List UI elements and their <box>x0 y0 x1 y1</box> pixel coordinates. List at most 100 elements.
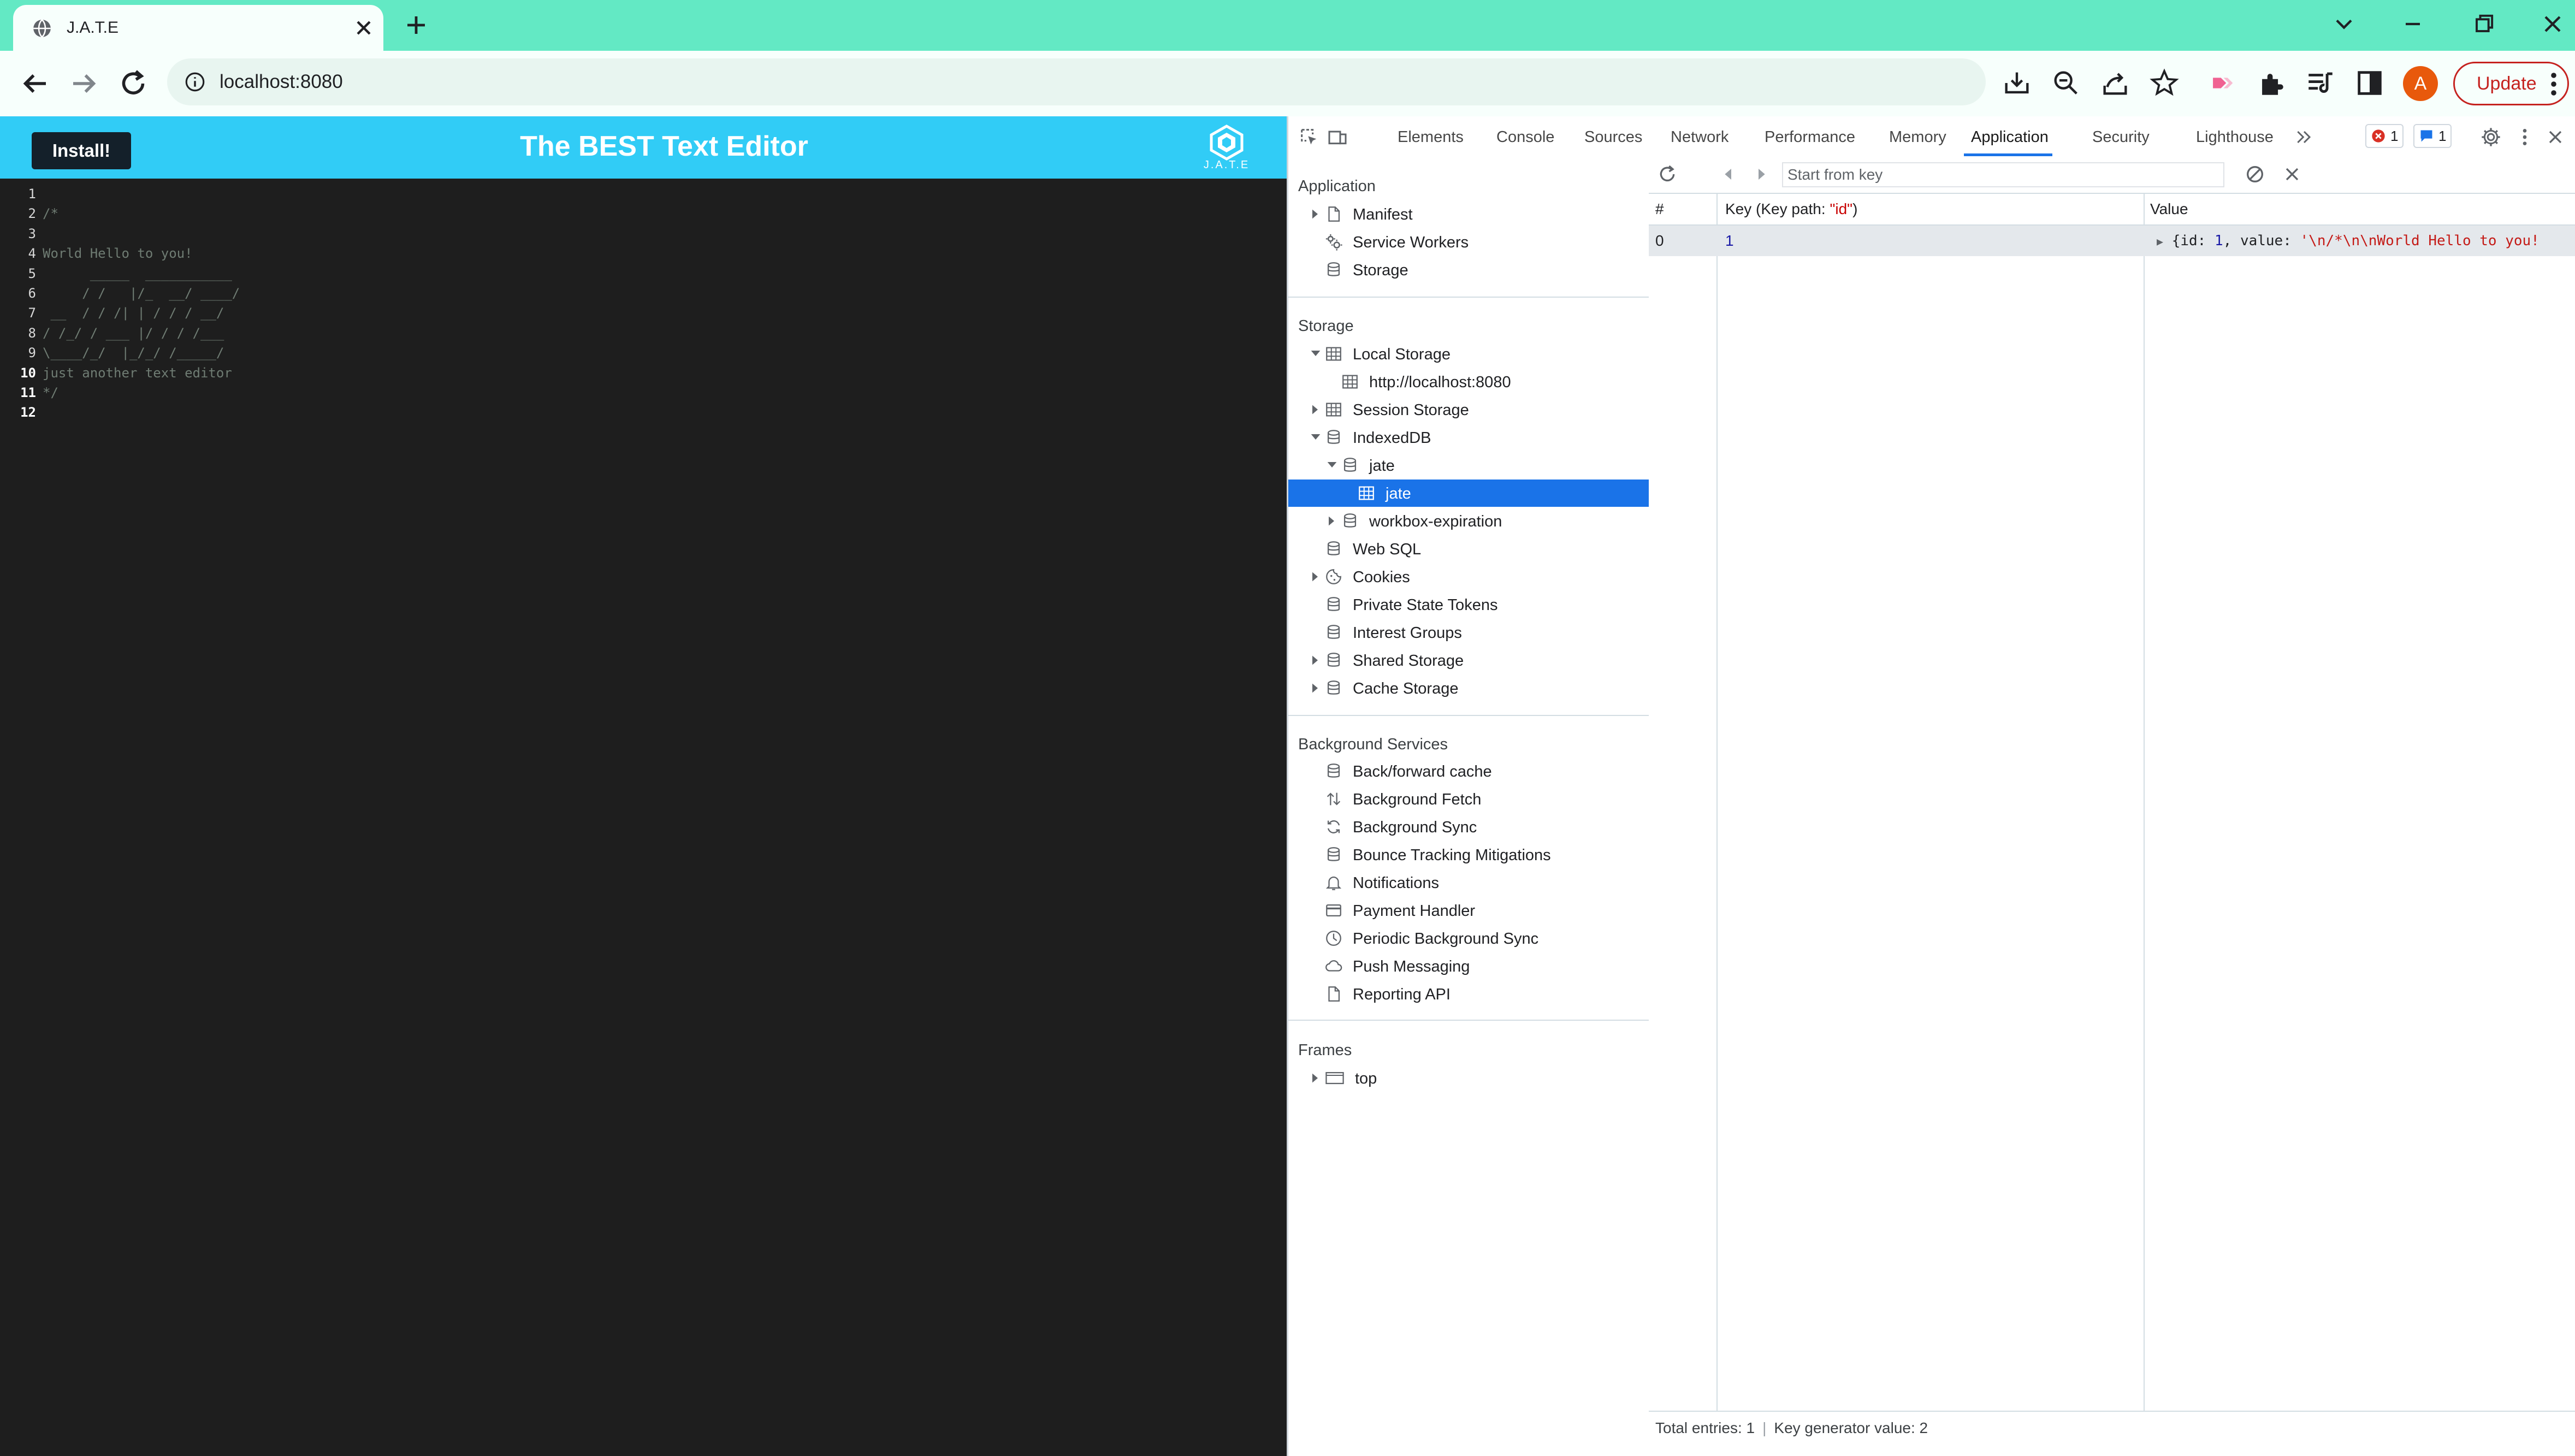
sidebar-item-background-fetch[interactable]: Background Fetch <box>1288 785 1649 813</box>
address-bar[interactable]: localhost:8080 <box>167 58 1986 105</box>
bookmark-star-icon[interactable] <box>2148 67 2180 99</box>
sidebar-item-periodic-background-sync[interactable]: Periodic Background Sync <box>1288 925 1649 952</box>
share-icon[interactable] <box>2099 67 2131 99</box>
divider <box>1288 297 1649 298</box>
sidebar-item-label: Push Messaging <box>1353 958 1470 975</box>
sidebar-item-label: Cookies <box>1353 569 1410 586</box>
sidebar-item-cache-storage[interactable]: Cache Storage <box>1288 674 1649 702</box>
line-number: 3 <box>28 226 36 241</box>
expand-arrow-icon[interactable] <box>1310 655 1320 666</box>
device-toolbar-icon[interactable] <box>1327 126 1348 148</box>
info-icon[interactable] <box>183 70 206 93</box>
expand-arrow-icon[interactable] <box>1310 571 1320 582</box>
sidebar-item-payment-handler[interactable]: Payment Handler <box>1288 897 1649 924</box>
tab-sources[interactable]: Sources <box>1584 126 1642 148</box>
key-generator-value: Key generator value: 2 <box>1774 1419 1928 1436</box>
line-text: \____/_/ |_/_/ /_____/ <box>43 345 224 361</box>
devtools-menu-icon[interactable] <box>2514 126 2536 148</box>
sidebar-item-workbox-expiration[interactable]: workbox-expiration <box>1288 507 1649 535</box>
previous-page-icon[interactable] <box>1718 163 1739 185</box>
expand-arrow-icon[interactable] <box>1310 404 1320 415</box>
row-value[interactable]: ▶ {id: 1, value: '\n/*\n\nWorld Hello to… <box>2157 226 2540 257</box>
tab-lighthouse[interactable]: Lighthouse <box>2196 126 2274 148</box>
expand-arrow-icon[interactable] <box>1327 516 1336 526</box>
code-editor[interactable]: 1 2 /* 3 4 World Hello to you! 5 _____ ___… <box>0 184 1287 423</box>
inspect-element-icon[interactable] <box>1298 126 1320 148</box>
zoom-icon[interactable] <box>2050 67 2082 99</box>
sidebar-item-session-storage[interactable]: Session Storage <box>1288 396 1649 423</box>
sidebar-item-storage[interactable]: Storage <box>1288 256 1649 283</box>
install-app-icon[interactable] <box>2001 67 2033 99</box>
sidebar-item-notifications[interactable]: Notifications <box>1288 869 1649 896</box>
tab-performance[interactable]: Performance <box>1765 126 1855 148</box>
sidebar-item-local-storage[interactable]: Local Storage <box>1288 340 1649 368</box>
tab-console[interactable]: Console <box>1496 126 1554 148</box>
sidebar-item-local-storage-origin[interactable]: http://localhost:8080 <box>1288 368 1649 395</box>
column-divider <box>1716 194 1718 1414</box>
expand-arrow-icon[interactable] <box>1310 683 1320 694</box>
file-icon <box>1324 205 1343 223</box>
message-count-badge[interactable]: 1 <box>2413 124 2452 148</box>
sidebar-item-jate-db[interactable]: jate <box>1288 452 1649 479</box>
close-devtools-icon[interactable] <box>2544 126 2566 148</box>
sidebar-item-push-messaging[interactable]: Push Messaging <box>1288 952 1649 980</box>
expand-arrow-icon[interactable] <box>1310 209 1320 220</box>
expand-value-arrow-icon[interactable]: ▶ <box>2157 235 2163 248</box>
tab-security[interactable]: Security <box>2092 126 2150 148</box>
sidebar-item-indexeddb[interactable]: IndexedDB <box>1288 424 1649 451</box>
kebab-menu-icon[interactable] <box>2550 72 2558 96</box>
back-arrow-icon[interactable] <box>19 67 51 100</box>
error-count-badge[interactable]: 1 <box>2365 124 2404 148</box>
url-text[interactable]: localhost:8080 <box>220 69 343 94</box>
refresh-icon[interactable] <box>1656 163 1678 185</box>
tab-application[interactable]: Application <box>1971 126 2049 148</box>
profile-avatar[interactable]: A <box>2403 66 2438 101</box>
editor-line: 4 World Hello to you! <box>0 244 1287 263</box>
collapse-arrow-icon[interactable] <box>1310 432 1321 443</box>
update-button[interactable]: Update <box>2453 62 2569 105</box>
sidebar-item-frame-top[interactable]: top <box>1288 1064 1649 1092</box>
sidebar-item-interest-groups[interactable]: Interest Groups <box>1288 619 1649 646</box>
browser-tab[interactable]: J.A.T.E <box>13 5 383 51</box>
table-row[interactable]: 0 1 ▶ {id: 1, value: '\n/*\n\nWorld Hell… <box>1649 226 2575 256</box>
restore-icon[interactable] <box>2470 10 2498 38</box>
sidebar-item-private-state-tokens[interactable]: Private State Tokens <box>1288 591 1649 618</box>
sidebar-item-jate-store[interactable]: jate <box>1288 480 1649 507</box>
more-tabs-chevron-icon[interactable] <box>2293 126 2315 148</box>
next-page-icon[interactable] <box>1750 163 1772 185</box>
tab-memory[interactable]: Memory <box>1889 126 1946 148</box>
reload-icon[interactable] <box>117 67 150 100</box>
delete-selected-icon[interactable] <box>2281 163 2303 185</box>
collapse-arrow-icon[interactable] <box>1327 460 1337 471</box>
tab-elements[interactable]: Elements <box>1398 126 1464 148</box>
close-window-icon[interactable] <box>2538 10 2567 38</box>
column-header-index: # <box>1655 200 1664 217</box>
idb-footer: Total entries: 1 | Key generator value: 2 <box>1649 1411 2575 1445</box>
sidebar-item-reporting-api[interactable]: Reporting API <box>1288 980 1649 1008</box>
forward-arrow-icon[interactable] <box>68 67 100 100</box>
clear-object-store-icon[interactable] <box>2244 163 2266 185</box>
chevron-down-icon[interactable] <box>2330 10 2358 38</box>
sidebar-item-shared-storage[interactable]: Shared Storage <box>1288 647 1649 674</box>
collapse-arrow-icon[interactable] <box>1310 348 1321 359</box>
sidebar-item-background-sync[interactable]: Background Sync <box>1288 813 1649 841</box>
sidebar-item-manifest[interactable]: Manifest <box>1288 200 1649 228</box>
sidebar-item-bounce-tracking[interactable]: Bounce Tracking Mitigations <box>1288 841 1649 868</box>
sidebar-item-web-sql[interactable]: Web SQL <box>1288 535 1649 563</box>
database-icon <box>1324 762 1343 780</box>
extension-arrow-icon[interactable] <box>2206 67 2238 99</box>
media-queue-icon[interactable] <box>2305 67 2336 99</box>
start-from-key-input[interactable]: Start from key <box>1782 162 2224 187</box>
sidebar-item-service-workers[interactable]: Service Workers <box>1288 228 1649 256</box>
expand-arrow-icon[interactable] <box>1310 1073 1320 1084</box>
editor-line: 11 */ <box>0 383 1287 403</box>
minimize-icon[interactable] <box>2399 10 2427 38</box>
side-panel-icon[interactable] <box>2354 67 2385 99</box>
sidebar-item-back-forward-cache[interactable]: Back/forward cache <box>1288 757 1649 785</box>
new-tab-icon[interactable] <box>403 12 429 38</box>
tab-network[interactable]: Network <box>1671 126 1728 148</box>
settings-gear-icon[interactable] <box>2480 126 2502 148</box>
close-tab-icon[interactable] <box>352 16 376 40</box>
extensions-puzzle-icon[interactable] <box>2256 67 2287 99</box>
sidebar-item-cookies[interactable]: Cookies <box>1288 563 1649 590</box>
